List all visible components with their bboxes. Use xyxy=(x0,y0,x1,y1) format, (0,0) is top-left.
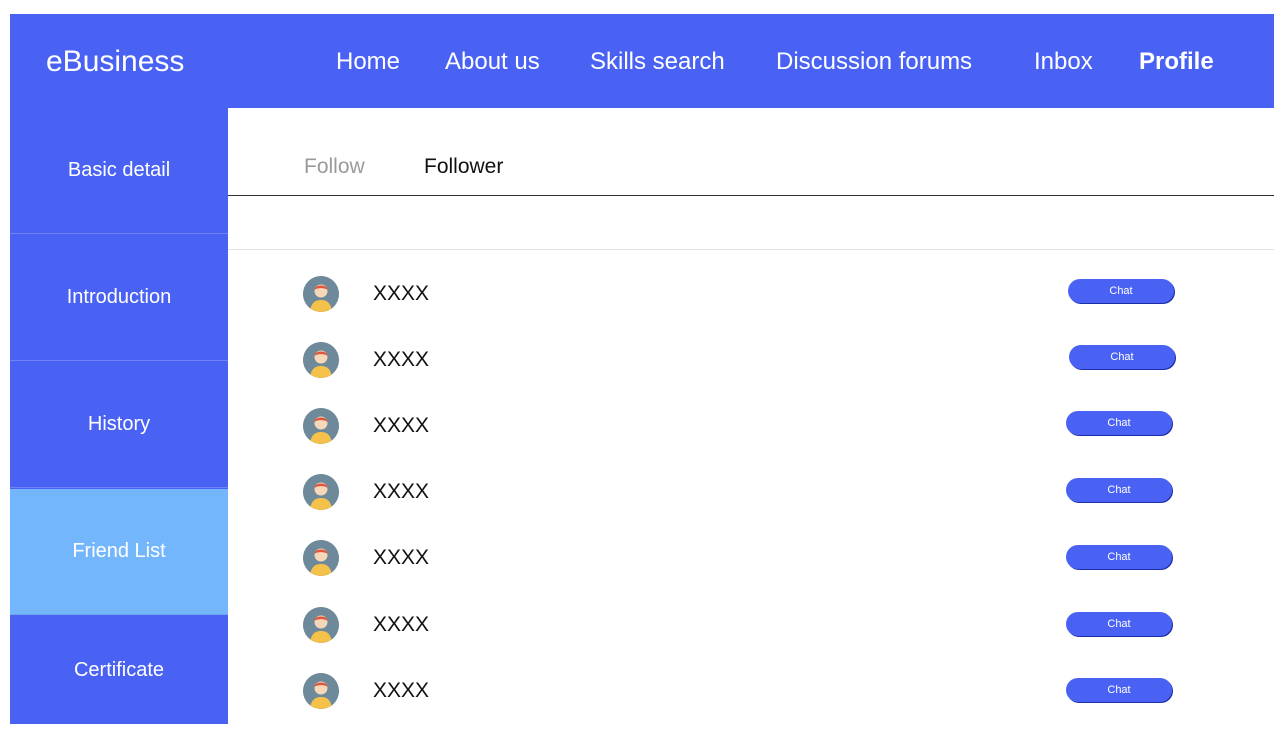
sidebar-item-certificate[interactable]: Certificate xyxy=(10,616,228,724)
friend-name: XXXX xyxy=(373,613,430,636)
list-divider xyxy=(228,249,1274,250)
nav-item-profile[interactable]: Profile xyxy=(1139,47,1214,77)
chat-button[interactable]: Chat xyxy=(1066,411,1172,435)
chat-button[interactable]: Chat xyxy=(1066,478,1172,502)
nav-item-skills-search[interactable]: Skills search xyxy=(590,47,725,77)
list-item: XXXX Chat xyxy=(228,276,1274,342)
sidebar-item-history[interactable]: History xyxy=(10,362,228,488)
chat-button[interactable]: Chat xyxy=(1068,279,1174,303)
nav-item-home[interactable]: Home xyxy=(336,47,400,77)
top-navigation-bar: eBusiness Home About us Skills search Di… xyxy=(10,14,1274,108)
person-avatar-icon xyxy=(303,607,339,643)
friend-name: XXXX xyxy=(373,348,430,371)
person-avatar-icon xyxy=(303,540,339,576)
tab-follower[interactable]: Follower xyxy=(424,154,503,180)
main-nav: Home About us Skills search Discussion f… xyxy=(10,47,1274,77)
list-item: XXXX Chat xyxy=(228,673,1274,739)
chat-button[interactable]: Chat xyxy=(1066,545,1172,569)
sidebar-item-label: Certificate xyxy=(73,658,165,681)
sidebar-item-introduction[interactable]: Introduction xyxy=(10,235,228,361)
friend-tabs: Follow Follower xyxy=(228,108,1274,196)
nav-item-about-us[interactable]: About us xyxy=(445,47,540,77)
nav-item-inbox[interactable]: Inbox xyxy=(1034,47,1093,77)
sidebar-item-basic-detail[interactable]: Basic detail xyxy=(10,108,228,234)
profile-sidebar: Basic detail Introduction History Friend… xyxy=(10,108,228,724)
sidebar-item-friend-list[interactable]: Friend List xyxy=(10,489,228,615)
friend-name: XXXX xyxy=(373,679,430,702)
chat-button[interactable]: Chat xyxy=(1066,678,1172,702)
list-item: XXXX Chat xyxy=(228,408,1274,474)
person-avatar-icon xyxy=(303,408,339,444)
chat-button[interactable]: Chat xyxy=(1069,345,1175,369)
friend-name: XXXX xyxy=(373,480,430,503)
sidebar-item-label: History xyxy=(87,413,151,435)
sidebar-item-label: Introduction xyxy=(66,286,172,308)
chat-button[interactable]: Chat xyxy=(1066,612,1172,636)
friend-name: XXXX xyxy=(373,282,430,305)
list-item: XXXX Chat xyxy=(228,474,1274,540)
friend-name: XXXX xyxy=(373,546,430,569)
person-avatar-icon xyxy=(303,276,339,312)
tab-follow[interactable]: Follow xyxy=(304,154,365,180)
person-avatar-icon xyxy=(303,673,339,709)
list-item: XXXX Chat xyxy=(228,540,1274,606)
friend-name: XXXX xyxy=(373,414,430,437)
list-item: XXXX Chat xyxy=(228,342,1274,408)
sidebar-item-label: Basic detail xyxy=(67,159,171,181)
nav-item-discussion-forums[interactable]: Discussion forums xyxy=(776,47,972,77)
person-avatar-icon xyxy=(303,474,339,510)
person-avatar-icon xyxy=(303,342,339,378)
list-item: XXXX Chat xyxy=(228,607,1274,673)
sidebar-item-label: Friend List xyxy=(72,540,166,562)
